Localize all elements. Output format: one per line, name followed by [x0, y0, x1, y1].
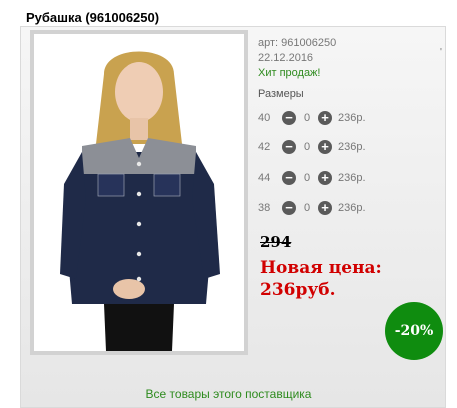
size-row-44: 44 − 0 + 236р. [258, 168, 366, 188]
product-date: 22.12.2016 [258, 52, 314, 64]
size-row-40: 40 − 0 + 236р. [258, 108, 366, 128]
product-title: Рубашка (961006250) [26, 10, 160, 25]
size-quantity: 0 [303, 141, 311, 153]
minus-circle-icon[interactable]: − [282, 111, 296, 125]
new-price-value: 236руб. [260, 280, 336, 300]
size-row-42: 42 − 0 + 236р. [258, 137, 366, 157]
product-info: арт: 961006250 22.12.2016 Хит продаж! [258, 36, 336, 81]
tick-mark: ' [440, 47, 442, 58]
minus-circle-icon[interactable]: − [282, 140, 296, 154]
product-image [34, 34, 244, 351]
old-price: 294 [260, 233, 292, 251]
size-quantity: 0 [303, 112, 311, 124]
size-quantity: 0 [303, 172, 311, 184]
size-label: 44 [258, 172, 271, 184]
size-row-38: 38 − 0 + 236р. [258, 198, 366, 218]
discount-badge: -20% [385, 302, 443, 360]
plus-circle-icon[interactable]: + [318, 111, 332, 125]
plus-circle-icon[interactable]: + [318, 201, 332, 215]
bestseller-label: Хит продаж! [258, 67, 321, 79]
minus-circle-icon[interactable]: − [282, 171, 296, 185]
size-label: 40 [258, 112, 271, 124]
plus-circle-icon[interactable]: + [318, 140, 332, 154]
minus-circle-icon[interactable]: − [282, 201, 296, 215]
product-photo[interactable] [30, 30, 248, 355]
new-price: Новая цена: 236руб. [260, 257, 382, 301]
supplier-products-link[interactable]: Все товары этого поставщика [0, 387, 457, 401]
size-quantity: 0 [303, 202, 311, 214]
size-label: 38 [258, 202, 271, 214]
size-price: 236р. [338, 202, 366, 214]
plus-circle-icon[interactable]: + [318, 171, 332, 185]
size-label: 42 [258, 141, 271, 153]
size-price: 236р. [338, 141, 366, 153]
sizes-title: Размеры [258, 88, 304, 100]
size-price: 236р. [338, 112, 366, 124]
article-number: арт: 961006250 [258, 37, 337, 49]
size-price: 236р. [338, 172, 366, 184]
new-price-label: Новая цена: [260, 258, 382, 278]
